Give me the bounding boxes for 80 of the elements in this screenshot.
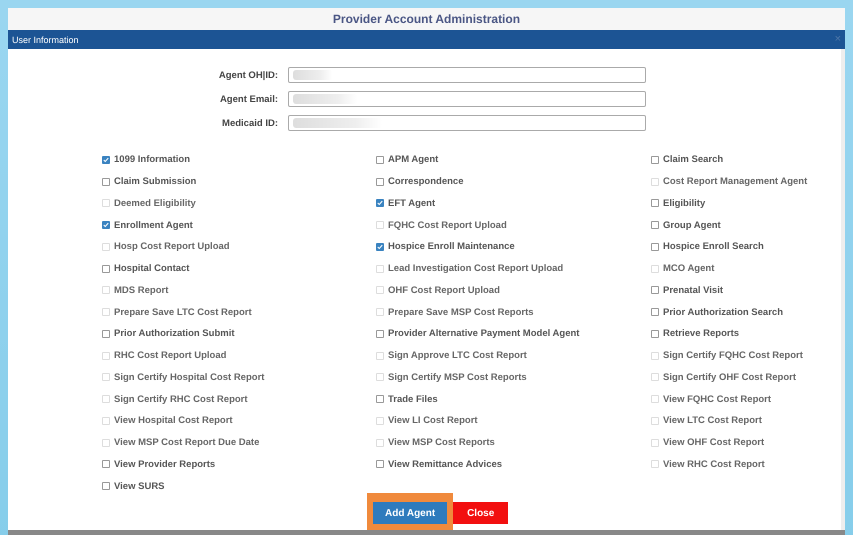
checkbox[interactable] (376, 178, 384, 186)
checkbox[interactable] (651, 242, 659, 251)
checkbox-label: RHC Cost Report Upload (114, 350, 226, 362)
checkbox-label: Hospital Contact (114, 263, 190, 274)
checkbox-label: MCO Agent (663, 263, 714, 274)
checkbox-label: Lead Investigation Cost Report Upload (388, 263, 564, 274)
checkbox-label: Sign Certify Hospital Cost Report (114, 372, 264, 383)
checkbox[interactable] (102, 330, 110, 338)
checkbox-label: Claim Submission (114, 176, 196, 188)
checkbox[interactable] (651, 199, 659, 208)
checkbox[interactable] (102, 264, 110, 273)
checkbox-label: Deemed Eligibility (114, 198, 196, 209)
checkbox-label: 1099 Information (114, 154, 190, 166)
checkbox-label: View SURS (114, 480, 165, 492)
checkbox-label: APM Agent (388, 154, 438, 166)
horizontal-scrollbar[interactable] (8, 530, 845, 535)
checkbox[interactable] (102, 482, 110, 490)
checkbox-label: Prenatal Visit (663, 284, 724, 296)
checkbox-label: Trade Files (388, 394, 438, 405)
checkbox[interactable] (651, 221, 659, 230)
checkbox-label: MDS Report (114, 284, 168, 296)
checkbox-label: View MSP Cost Report Due Date (114, 437, 260, 448)
checkbox-label: View Provider Reports (114, 458, 216, 470)
checkbox-label: Group Agent (663, 220, 721, 231)
checkbox-label: Prior Authorization Search (663, 306, 783, 318)
redacted-value (293, 70, 333, 80)
checkbox-label: Sign Certify FQHC Cost Report (663, 350, 803, 362)
checkbox-label: EFT Agent (388, 198, 436, 209)
vertical-scrollbar[interactable] (841, 49, 845, 530)
checkbox[interactable] (376, 199, 384, 208)
checkbox-label: View LI Cost Report (388, 415, 478, 426)
window-title: Provider Account Administration (332, 12, 520, 26)
checkbox[interactable] (651, 330, 659, 338)
checkbox-label: View OHF Cost Report (663, 437, 764, 448)
checkbox[interactable] (376, 330, 384, 338)
checkbox[interactable] (651, 156, 659, 164)
checkbox-label: FQHC Cost Report Upload (388, 220, 507, 231)
checkbox-label: Enrollment Agent (114, 220, 193, 231)
checkbox[interactable] (651, 308, 659, 316)
checkbox-label: Provider Alternative Payment Model Agent (388, 328, 580, 340)
field-label: Medicaid ID: (221, 118, 278, 128)
dialog-title: User Information (12, 34, 79, 44)
checkbox-label: Sign Certify RHC Cost Report (114, 394, 248, 405)
checkbox[interactable] (102, 156, 110, 164)
checkbox-label: View LTC Cost Report (663, 415, 762, 426)
field-label: Agent Email: (218, 94, 278, 104)
checkbox-label: Correspondence (388, 176, 464, 188)
input-field[interactable] (288, 91, 646, 107)
checkbox-label: OHF Cost Report Upload (388, 284, 500, 296)
checkbox-label: Retrieve Reports (663, 328, 740, 340)
checkbox-label: Hospice Enroll Maintenance (388, 241, 515, 252)
checkbox[interactable] (376, 156, 384, 164)
checkbox-label: Cost Report Management Agent (663, 176, 808, 188)
field-label: Agent OH|ID: (218, 70, 278, 80)
checkbox-label: Hospice Enroll Search (663, 241, 764, 252)
checkbox-label: Hosp Cost Report Upload (114, 241, 230, 252)
checkbox-label: View Hospital Cost Report (114, 415, 233, 426)
input-field[interactable] (288, 67, 646, 83)
checkbox-label: Eligibility (663, 198, 706, 209)
checkbox-label: Sign Approve LTC Cost Report (388, 350, 527, 362)
input-field[interactable] (288, 115, 646, 131)
checkbox-label: View Remittance Advices (388, 458, 502, 470)
checkbox-label: Claim Search (663, 154, 724, 166)
checkbox[interactable] (102, 460, 110, 468)
checkbox-label: Prior Authorization Submit (114, 328, 235, 340)
checkbox-label: Prepare Save MSP Cost Reports (388, 306, 534, 318)
checkbox-label: View FQHC Cost Report (663, 394, 772, 405)
checkbox-label: Sign Certify MSP Cost Reports (388, 372, 527, 383)
checkbox[interactable] (376, 395, 384, 404)
checkbox[interactable] (376, 460, 384, 468)
checkbox-label: View MSP Cost Reports (388, 437, 495, 448)
checkbox[interactable] (102, 221, 110, 230)
checkbox[interactable] (376, 242, 384, 251)
checkbox-label: Prepare Save LTC Cost Report (114, 306, 252, 318)
action-button[interactable]: Close (453, 502, 508, 524)
checkbox[interactable] (102, 178, 110, 186)
checkbox-label: Sign Certify OHF Cost Report (663, 372, 796, 383)
action-button[interactable]: Add Agent (373, 502, 448, 524)
checkbox-label: View RHC Cost Report (663, 458, 765, 470)
checkbox[interactable] (651, 286, 659, 294)
